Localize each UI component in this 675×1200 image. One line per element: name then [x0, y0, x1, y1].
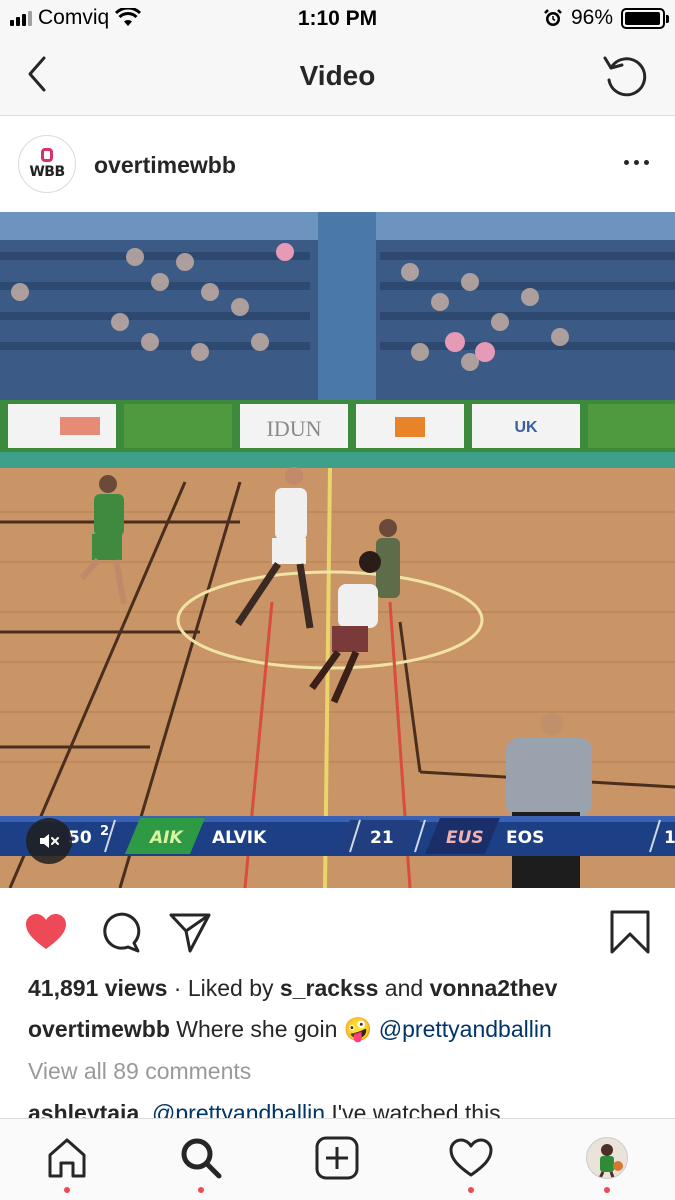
profile-avatar[interactable] — [586, 1137, 628, 1179]
home-score: 21 — [370, 828, 394, 848]
period: 2 — [100, 824, 110, 839]
comment-username[interactable]: ashleytaia — [28, 1100, 139, 1120]
avatar-logo-mark — [41, 148, 53, 162]
home-team-name: ALVIK — [212, 828, 267, 848]
comment-icon[interactable] — [98, 910, 142, 954]
video-player[interactable]: IDUN UK 50 2 AIK ALVIK 21 EUS EOS 1 — [0, 212, 675, 888]
video-frame: IDUN UK — [0, 212, 675, 888]
status-bar: Comviq 1:10 PM 96% — [0, 0, 675, 40]
speaker-muted-icon[interactable] — [26, 818, 72, 864]
liked-by-user[interactable]: s_rackss — [280, 975, 379, 1001]
activity-notification-dot — [468, 1187, 474, 1193]
away-team-logo: EUS — [446, 828, 484, 848]
caption-mention[interactable]: @prettyandballin — [379, 1016, 552, 1042]
tab-bar — [0, 1118, 675, 1200]
battery-percent: 96% — [570, 6, 613, 29]
battery-icon — [621, 7, 669, 29]
post-actions — [0, 888, 675, 974]
activity-icon[interactable] — [448, 1135, 494, 1181]
more-icon[interactable] — [624, 160, 649, 165]
ad-board-text: UK — [514, 419, 538, 436]
avatar[interactable]: WBB — [18, 135, 76, 193]
profile-notification-dot — [604, 1187, 610, 1193]
bookmark-icon[interactable] — [608, 910, 652, 954]
view-all-comments-link[interactable]: View all 89 comments — [28, 1058, 658, 1085]
comment-mention[interactable]: @prettyandballin — [152, 1100, 325, 1120]
search-notification-dot — [198, 1187, 204, 1193]
liked-by-prefix: · Liked by — [167, 975, 280, 1001]
ad-board-text: IDUN — [267, 416, 322, 441]
caption-username[interactable]: overtimewbb — [28, 1016, 170, 1042]
home-team-logo: AIK — [150, 828, 183, 848]
comment-text: I've watched this — [324, 1100, 501, 1120]
post-header: WBB overtimewbb — [0, 116, 675, 212]
heart-filled-icon[interactable] — [24, 910, 68, 954]
comment-preview: ashleytaia @prettyandballin I've watched… — [28, 1100, 658, 1120]
post-stats: 41,891 views · Liked by s_rackss and von… — [28, 975, 658, 1002]
page-title: Video — [299, 60, 376, 91]
nav-header: Video — [0, 40, 675, 116]
battery-fill — [625, 11, 660, 25]
caption-text: Where she goin — [169, 1016, 344, 1042]
avatar-logo-text: WBB — [29, 164, 65, 180]
refresh-icon[interactable] — [601, 52, 649, 100]
add-post-icon[interactable] — [314, 1135, 360, 1181]
post-username[interactable]: overtimewbb — [94, 152, 236, 179]
views-count[interactable]: 41,891 views — [28, 975, 167, 1001]
home-icon[interactable] — [44, 1135, 90, 1181]
alarm-icon — [544, 9, 562, 26]
share-icon[interactable] — [168, 910, 212, 954]
away-score: 1 — [664, 828, 675, 848]
home-notification-dot — [64, 1187, 70, 1193]
caption-emoji: 🤪 — [343, 1016, 373, 1042]
status-right: 96% — [543, 6, 669, 30]
search-icon[interactable] — [178, 1135, 224, 1181]
liked-by-and: and — [378, 975, 430, 1001]
away-team-name: EOS — [506, 828, 545, 848]
liked-by-user[interactable]: vonna2thev — [430, 975, 558, 1001]
post-caption: overtimewbb Where she goin 🤪 @prettyandb… — [28, 1016, 658, 1043]
scoreboard: 50 2 AIK ALVIK 21 EUS EOS 1 — [0, 816, 675, 870]
